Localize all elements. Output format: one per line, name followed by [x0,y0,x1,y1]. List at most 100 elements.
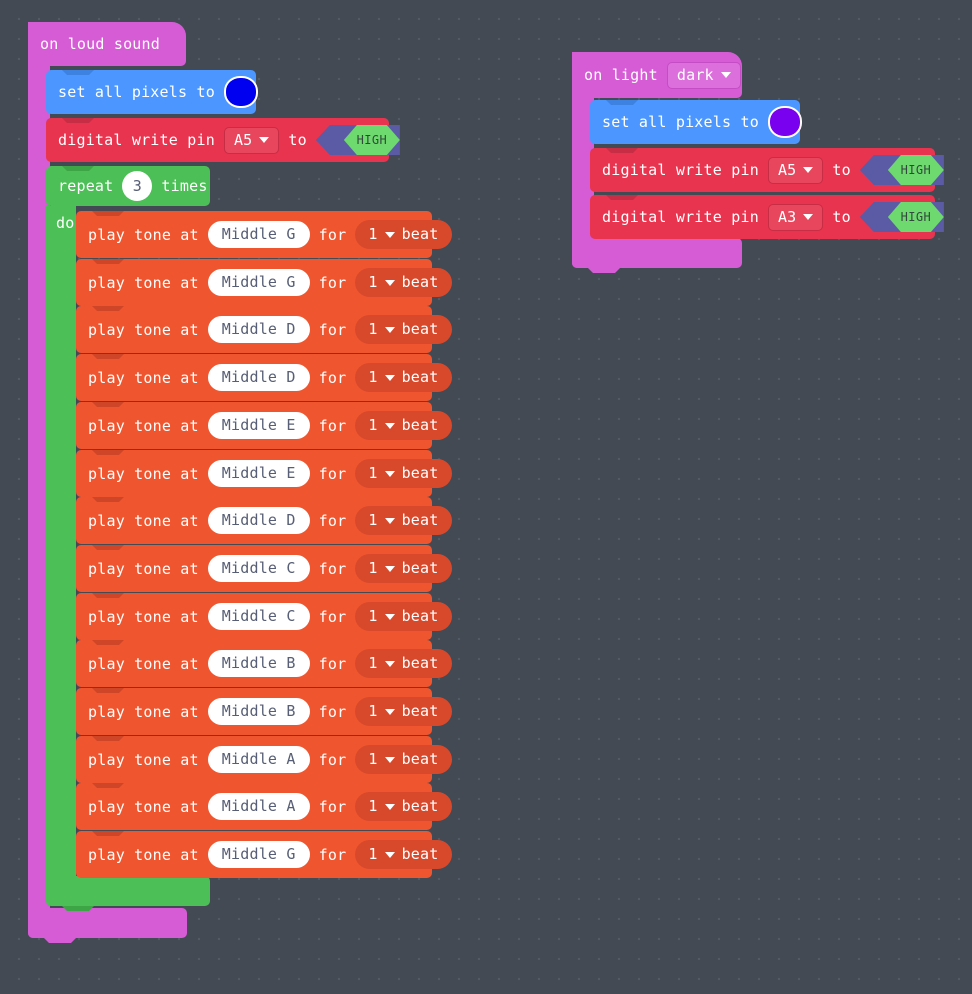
play-tone-for-label: for [318,368,347,387]
play-tone-for-label: for [318,845,347,864]
digital-value-reporter[interactable]: HIGH [859,155,944,185]
pin-dropdown[interactable]: A5 [223,126,280,154]
blocks-workspace[interactable]: on loud sound set all pixels to digital … [0,0,972,994]
beat-label: beat [401,416,439,434]
beat-duration-field[interactable]: 1 beat [355,745,452,774]
note-field[interactable]: Middle A [207,793,310,820]
note-field[interactable]: Middle B [207,650,310,677]
chevron-down-icon [384,517,395,524]
play-tone-for-label: for [318,654,347,673]
hat-on-light[interactable]: on light dark [572,52,742,98]
color-swatch[interactable] [767,106,802,138]
block-play-tone[interactable]: play tone at Middle D for 1 beat [76,354,452,401]
block-play-tone[interactable]: play tone at Middle E for 1 beat [76,402,452,449]
beat-label: beat [401,273,439,291]
block-play-tone[interactable]: play tone at Middle G for 1 beat [76,211,452,258]
beat-duration-field[interactable]: 1 beat [355,315,452,344]
digital-value-reporter[interactable]: HIGH [859,202,944,232]
note-field[interactable]: Middle G [207,841,310,868]
beat-label: beat [401,559,439,577]
play-tone-label: play tone at [88,559,199,578]
chevron-down-icon [384,422,395,429]
play-tone-label: play tone at [88,845,199,864]
beat-value: 1 [368,702,378,720]
note-field[interactable]: Middle A [207,746,310,773]
block-repeat-header[interactable]: repeat 3 times [46,166,210,206]
digital-write-to-label: to [832,161,851,179]
block-play-tone[interactable]: play tone at Middle D for 1 beat [76,306,452,353]
note-field[interactable]: Middle G [207,269,310,296]
beat-label: beat [401,845,439,863]
beat-duration-field[interactable]: 1 beat [355,554,452,583]
block-play-tone[interactable]: play tone at Middle B for 1 beat [76,640,452,687]
pin-dropdown-value: A3 [777,207,797,226]
beat-duration-field[interactable]: 1 beat [355,268,452,297]
light-condition-dropdown[interactable]: dark [666,61,741,89]
beat-duration-field[interactable]: 1 beat [355,697,452,726]
beat-duration-field[interactable]: 1 beat [355,411,452,440]
pin-dropdown[interactable]: A5 [767,156,824,184]
chevron-down-icon [384,565,395,572]
block-play-tone[interactable]: play tone at Middle G for 1 beat [76,831,452,878]
note-field[interactable]: Middle C [207,555,310,582]
chevron-down-icon [384,756,395,763]
beat-value: 1 [368,511,378,529]
block-play-tone[interactable]: play tone at Middle A for 1 beat [76,736,452,783]
beat-value: 1 [368,607,378,625]
beat-duration-field[interactable]: 1 beat [355,602,452,631]
beat-duration-field[interactable]: 1 beat [355,506,452,535]
block-play-tone[interactable]: play tone at Middle A for 1 beat [76,783,452,830]
hat-on-loud-sound-label: on loud sound [40,35,160,53]
block-play-tone[interactable]: play tone at Middle D for 1 beat [76,497,452,544]
hat-on-loud-sound[interactable]: on loud sound [28,22,186,66]
note-field[interactable]: Middle E [207,460,310,487]
beat-value: 1 [368,750,378,768]
repeat-times-label: times [161,177,208,195]
chevron-down-icon [384,374,395,381]
block-play-tone[interactable]: play tone at Middle C for 1 beat [76,593,452,640]
note-field[interactable]: Middle E [207,412,310,439]
play-tone-label: play tone at [88,511,199,530]
block-set-all-pixels-2[interactable]: set all pixels to [590,100,802,144]
loud-sound-wrapper-foot [28,908,187,943]
play-tone-for-label: for [318,607,347,626]
block-play-tone[interactable]: play tone at Middle C for 1 beat [76,545,452,592]
beat-duration-field[interactable]: 1 beat [355,459,452,488]
repeat-count-field[interactable]: 3 [122,171,153,201]
beat-duration-field[interactable]: 1 beat [355,792,452,821]
note-field[interactable]: Middle G [207,221,310,248]
beat-label: beat [401,368,439,386]
repeat-do-label: do [56,214,75,232]
beat-duration-field[interactable]: 1 beat [355,220,452,249]
beat-duration-field[interactable]: 1 beat [355,840,452,869]
block-play-tone[interactable]: play tone at Middle G for 1 beat [76,259,452,306]
color-swatch[interactable] [223,76,258,108]
pin-dropdown[interactable]: A3 [767,203,824,231]
digital-value-label: HIGH [343,125,400,155]
block-repeat-foot [46,876,210,911]
digital-write-pin-label: digital write pin [602,161,759,179]
block-play-tone[interactable]: play tone at Middle B for 1 beat [76,688,452,735]
beat-value: 1 [368,416,378,434]
block-digital-write-pin-3[interactable]: digital write pin A3 to HIGH [590,195,944,239]
block-set-all-pixels[interactable]: set all pixels to [46,70,258,114]
note-field[interactable]: Middle C [207,603,310,630]
block-digital-write-pin[interactable]: digital write pin A5 to HIGH [46,118,400,162]
beat-duration-field[interactable]: 1 beat [355,363,452,392]
note-field[interactable]: Middle D [207,316,310,343]
note-field[interactable]: Middle D [207,364,310,391]
pin-dropdown-value: A5 [777,160,797,179]
beat-label: beat [401,511,439,529]
repeat-label: repeat [58,177,114,195]
digital-value-reporter[interactable]: HIGH [315,125,400,155]
note-field[interactable]: Middle B [207,698,310,725]
block-digital-write-pin-2[interactable]: digital write pin A5 to HIGH [590,148,944,192]
beat-label: beat [401,750,439,768]
play-tone-for-label: for [318,750,347,769]
play-tone-for-label: for [318,416,347,435]
block-play-tone[interactable]: play tone at Middle E for 1 beat [76,450,452,497]
play-tone-label: play tone at [88,416,199,435]
note-field[interactable]: Middle D [207,507,310,534]
beat-duration-field[interactable]: 1 beat [355,649,452,678]
play-tone-label: play tone at [88,750,199,769]
